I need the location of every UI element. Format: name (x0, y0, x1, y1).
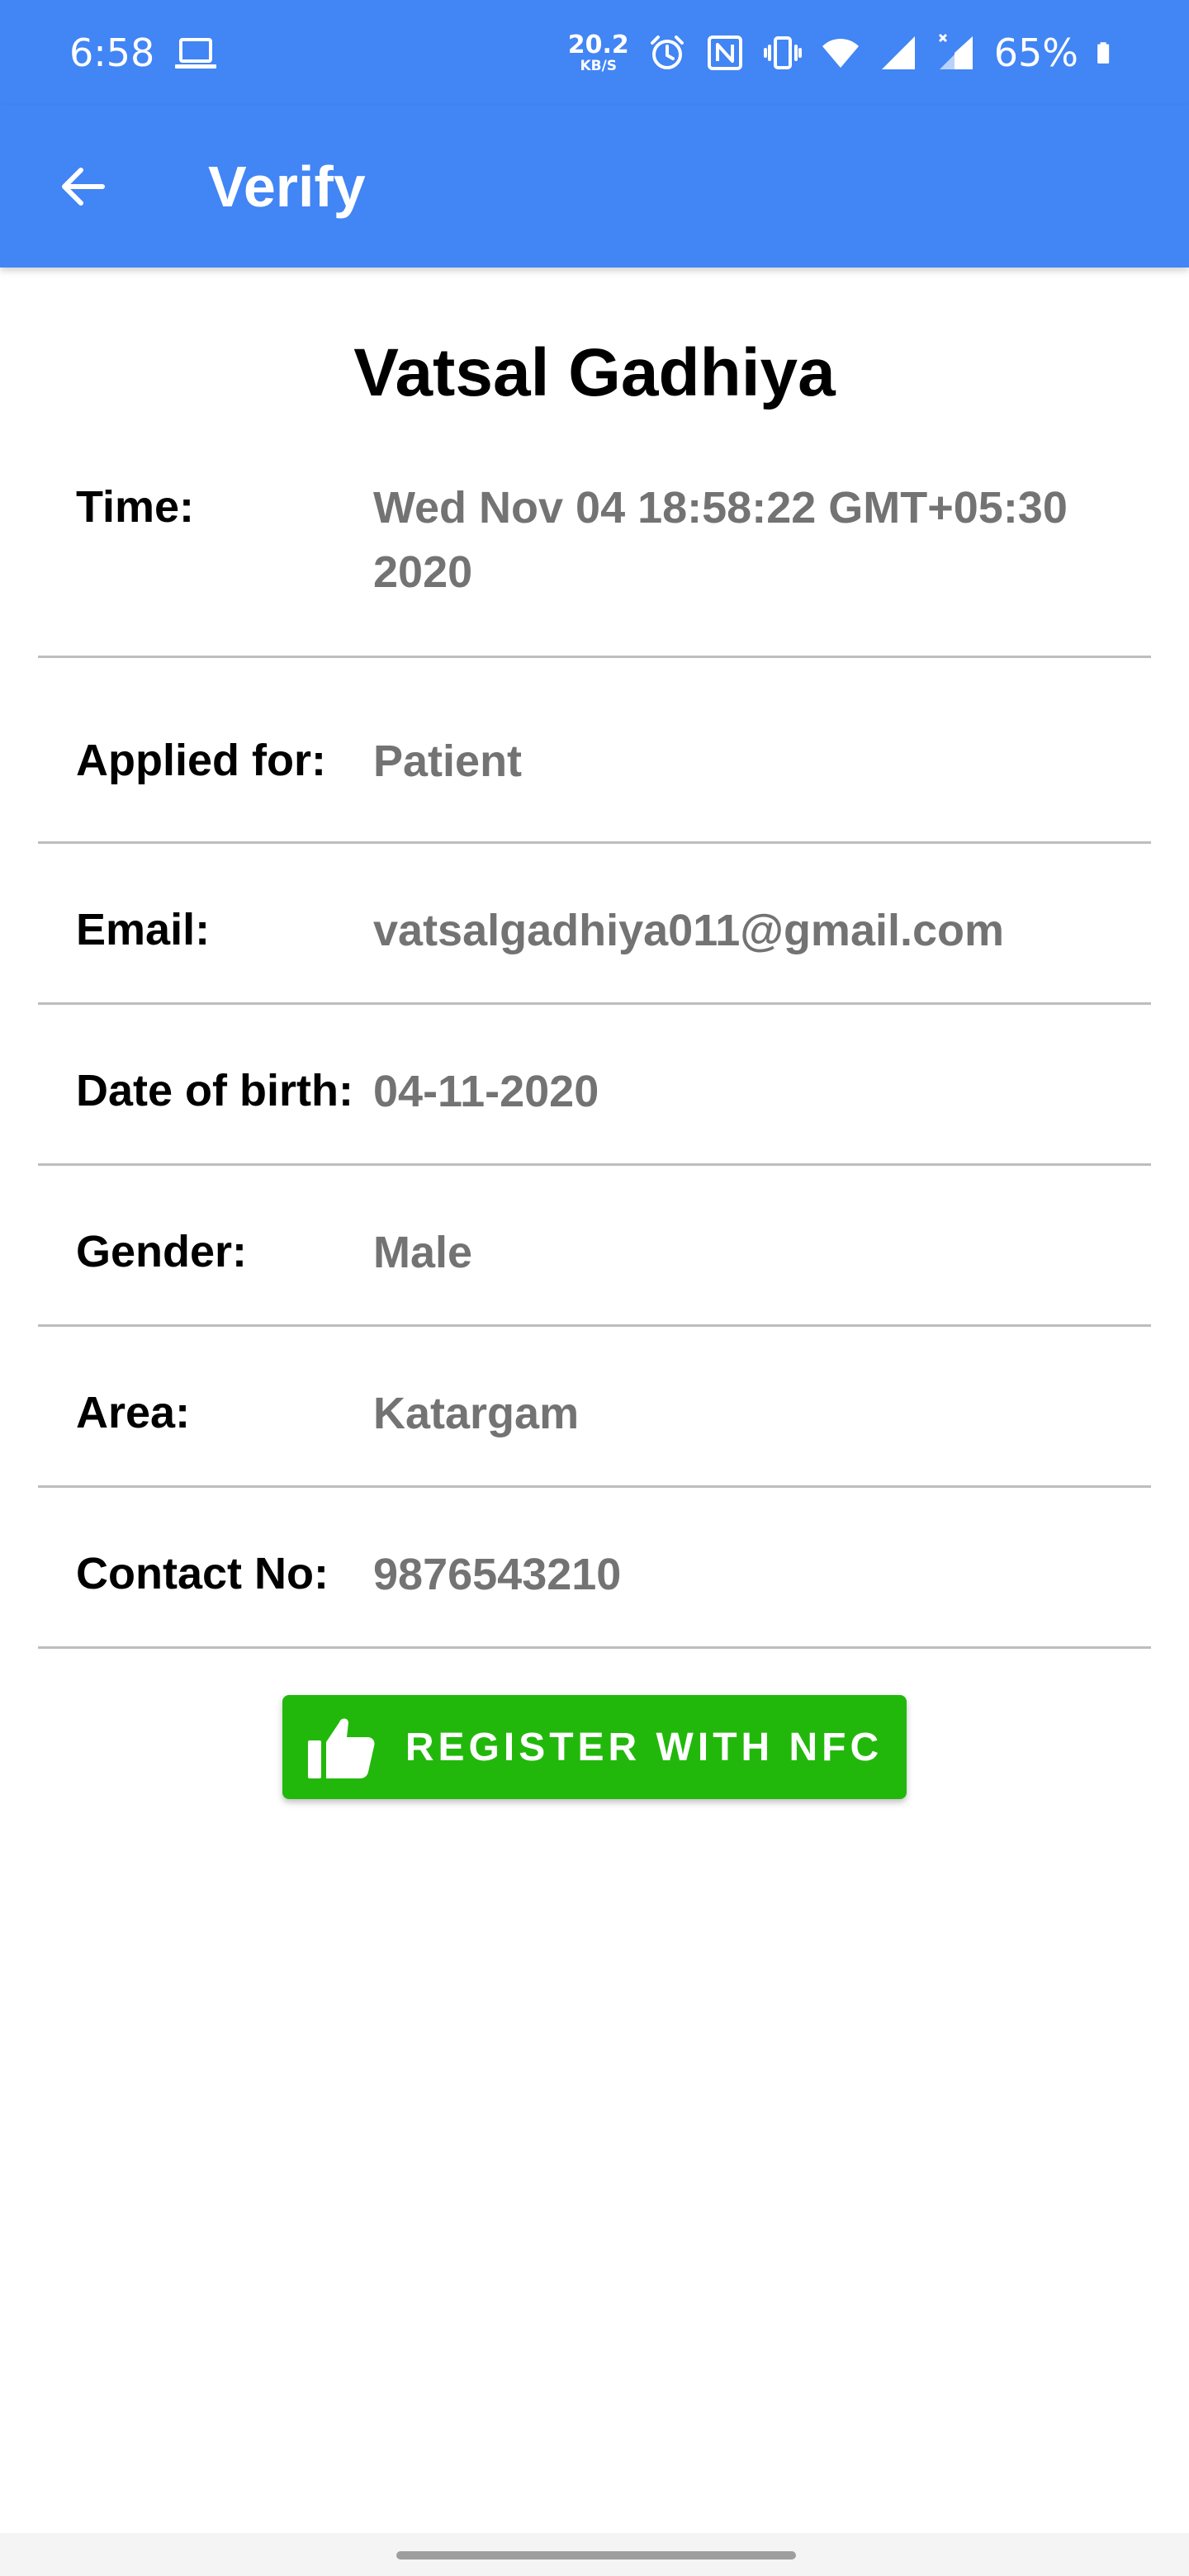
page-title: Verify (208, 154, 366, 219)
thumbs-up-icon (307, 1718, 375, 1778)
detail-row-date-of-birth: Date of birth: 04-11-2020 (38, 1005, 1151, 1166)
detail-row-applied-for: Applied for: Patient (38, 658, 1151, 844)
detail-value-contact-no: 9876543210 (373, 1550, 622, 1599)
detail-value-gender: Male (373, 1228, 473, 1277)
status-time: 6:58 (69, 31, 155, 75)
arrow-back-icon (62, 168, 105, 206)
laptop-icon (175, 38, 216, 69)
network-speed-value: 20.2 (567, 30, 629, 59)
signal-no-data-icon (938, 33, 973, 69)
detail-label-time: Time: (76, 482, 195, 532)
detail-row-time: Time: Wed Nov 04 18:58:22 GMT+05:30 2020 (38, 444, 1151, 658)
detail-label-contact-no: Contact No: (76, 1549, 329, 1598)
nfc-icon (707, 36, 742, 70)
back-button[interactable] (46, 150, 119, 223)
detail-label-gender: Gender: (76, 1227, 248, 1276)
alarm-icon (650, 36, 684, 69)
detail-label-applied-for: Applied for: (76, 736, 326, 785)
network-speed: 20.2 KB/S (567, 30, 629, 74)
register-with-nfc-label: REGISTER WITH NFC (405, 1725, 883, 1769)
detail-label-date-of-birth: Date of birth: (76, 1066, 353, 1115)
detail-row-contact-no: Contact No: 9876543210 (38, 1488, 1151, 1649)
detail-value-applied-for: Patient (373, 736, 523, 786)
detail-value-time: Wed Nov 04 18:58:22 GMT+05:30 2020 (373, 483, 1068, 597)
gesture-handle[interactable] (396, 2551, 796, 2559)
detail-value-area: Katargam (373, 1389, 580, 1438)
detail-label-area: Area: (76, 1388, 191, 1437)
detail-row-area: Area: Katargam (38, 1327, 1151, 1488)
detail-list: Time: Wed Nov 04 18:58:22 GMT+05:30 2020… (0, 444, 1189, 1649)
action-wrap: REGISTER WITH NFC (0, 1695, 1189, 1799)
detail-value-email: vatsalgadhiya011@gmail.com (373, 906, 1005, 955)
status-bar: 6:58 20.2 KB/S 65% (0, 0, 1189, 106)
battery-percent: 65% (993, 31, 1078, 75)
detail-row-email: Email: vatsalgadhiya011@gmail.com (38, 844, 1151, 1005)
detail-row-gender: Gender: Male (38, 1166, 1151, 1327)
network-speed-unit: KB/S (580, 57, 618, 74)
navigation-bar (0, 2533, 1189, 2576)
status-icons: 20.2 KB/S 65% (568, 25, 1120, 81)
detail-label-email: Email: (76, 905, 211, 954)
battery-icon (1097, 42, 1110, 64)
wifi-icon (822, 39, 859, 68)
register-with-nfc-button[interactable]: REGISTER WITH NFC (282, 1695, 907, 1799)
detail-value-date-of-birth: 04-11-2020 (373, 1067, 599, 1116)
person-name: Vatsal Gadhiya (353, 335, 836, 410)
vibrate-icon (763, 36, 802, 69)
verify-content: Vatsal Gadhiya Time: Wed Nov 04 18:58:22… (0, 268, 1189, 1799)
signal-icon (881, 36, 915, 69)
app-bar: Verify (0, 106, 1189, 268)
